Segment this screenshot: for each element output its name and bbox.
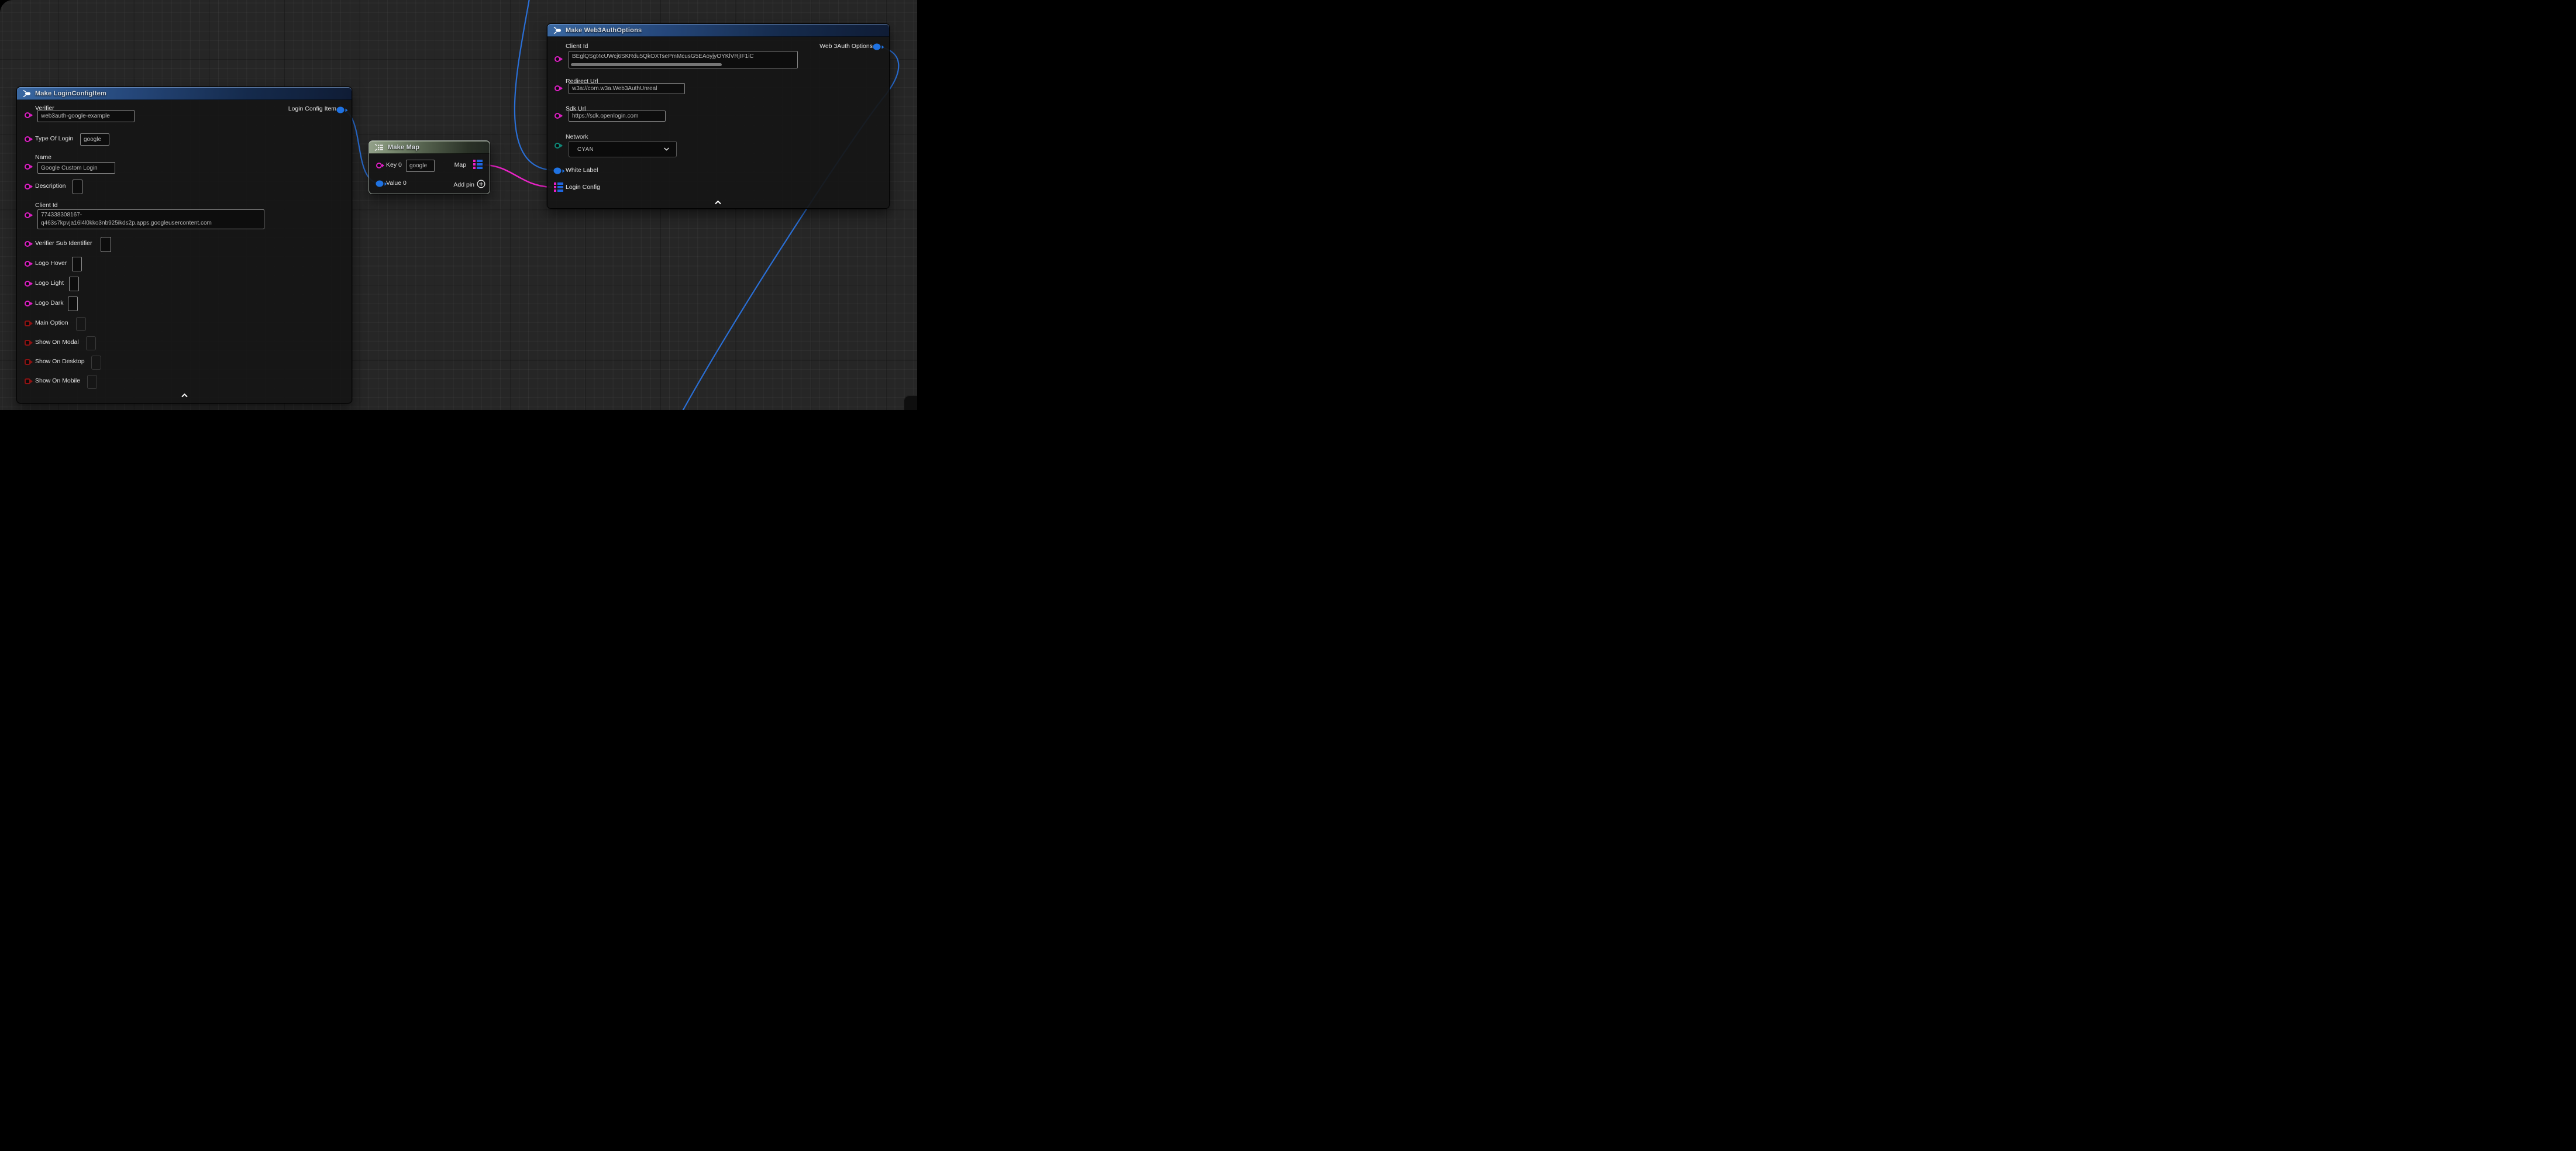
pin-label-key-0: Key 0: [386, 161, 402, 168]
client-id-input[interactable]: BEglQSgt4cUWcj6SKRdu5QkOXTsePmMcusG5EAoy…: [569, 51, 798, 68]
client-id-input[interactable]: 774338308167- q463s7kpvja16l4l0kko3nb925…: [37, 209, 264, 229]
node-title: Make Web3AuthOptions: [566, 27, 642, 34]
pin-type-of-login[interactable]: [25, 136, 30, 142]
node-header: Make LoginConfigItem: [17, 87, 352, 100]
add-pin-icon[interactable]: [477, 180, 485, 188]
login-config-map-pin-icon[interactable]: [554, 182, 563, 192]
verifier-sub-identifier-input[interactable]: [101, 237, 111, 252]
make-struct-icon: [553, 26, 562, 35]
logo-dark-input[interactable]: [68, 297, 78, 311]
pin-label-type-of-login: Type Of Login: [35, 135, 73, 142]
client-id-hscrollbar[interactable]: [571, 63, 722, 66]
make-struct-icon: [22, 89, 31, 98]
logo-hover-input[interactable]: [72, 257, 82, 271]
pin-redirect-url[interactable]: [555, 85, 560, 91]
collapse-node-icon[interactable]: [714, 200, 722, 205]
pin-label-login-config: Login Config: [566, 184, 600, 191]
verifier-input[interactable]: web3auth-google-example: [37, 110, 135, 122]
network-dropdown[interactable]: CYAN: [569, 141, 677, 157]
pin-label-logo-hover: Logo Hover: [35, 260, 67, 267]
pin-label-main-option: Main Option: [35, 319, 68, 326]
pin-label-show-on-modal: Show On Modal: [35, 339, 79, 346]
pin-logo-hover[interactable]: [25, 261, 30, 267]
node-header: Make Web3AuthOptions: [547, 24, 889, 37]
pin-key-0[interactable]: [376, 163, 382, 168]
output-label-map: Map: [454, 161, 466, 168]
node-title: Make LoginConfigItem: [35, 90, 106, 97]
pin-main-option[interactable]: [25, 321, 30, 326]
pin-label-value-0: Value 0: [386, 180, 407, 187]
redirect-url-input[interactable]: w3a://com.w3a.Web3AuthUnreal: [569, 83, 685, 94]
show-on-modal-checkbox[interactable]: [86, 336, 96, 350]
pin-client-id[interactable]: [25, 212, 30, 218]
pin-label-logo-light: Logo Light: [35, 280, 64, 287]
pin-logo-dark[interactable]: [25, 301, 30, 306]
logo-light-input[interactable]: [69, 277, 79, 291]
pin-label-network: Network: [566, 133, 588, 140]
pin-show-on-modal[interactable]: [25, 340, 30, 346]
blueprint-canvas[interactable]: Make LoginConfigItem Verifier web3auth-g…: [0, 0, 917, 410]
node-make-map[interactable]: Make Map Key 0 google Map Value 0 Add pi…: [369, 140, 490, 194]
pin-client-id[interactable]: [555, 56, 560, 62]
pin-name[interactable]: [25, 164, 30, 170]
pin-label-client-id: Client Id: [566, 43, 588, 50]
type-of-login-input[interactable]: google: [80, 133, 109, 146]
pin-verifier[interactable]: [25, 112, 30, 118]
pin-logo-light[interactable]: [25, 281, 30, 287]
pin-sdk-url[interactable]: [555, 113, 560, 119]
pin-value-0[interactable]: [376, 181, 384, 187]
pin-show-on-desktop[interactable]: [25, 359, 30, 365]
pin-show-on-mobile[interactable]: [25, 378, 30, 384]
description-input[interactable]: [73, 180, 82, 194]
show-on-desktop-checkbox[interactable]: [91, 356, 101, 370]
collapse-node-icon[interactable]: [181, 393, 188, 398]
sdk-url-input[interactable]: https://sdk.openlogin.com: [569, 111, 666, 122]
pin-network[interactable]: [555, 143, 560, 149]
name-input[interactable]: Google Custom Login: [37, 162, 115, 174]
pin-description[interactable]: [25, 184, 30, 189]
output-label-web3auth-options: Web 3Auth Options: [819, 43, 873, 50]
map-pin-icon[interactable]: [473, 160, 483, 169]
main-option-checkbox[interactable]: [76, 317, 86, 331]
make-map-icon: [374, 143, 384, 151]
pin-label-white-label: White Label: [566, 167, 598, 174]
chevron-down-icon: [663, 147, 670, 151]
pin-login-config-item-output[interactable]: [337, 107, 345, 113]
node-make-web3authoptions[interactable]: Make Web3AuthOptions Client Id BEglQSgt4…: [547, 23, 890, 209]
add-pin-label: Add pin: [453, 181, 474, 188]
node-make-loginconfigitem[interactable]: Make LoginConfigItem Verifier web3auth-g…: [16, 87, 352, 404]
node-title: Make Map: [388, 144, 419, 151]
pin-label-show-on-desktop: Show On Desktop: [35, 358, 85, 365]
pin-label-verifier-sub-identifier: Verifier Sub Identifier: [35, 240, 92, 247]
pin-verifier-sub-identifier[interactable]: [25, 241, 30, 247]
pin-label-name: Name: [35, 154, 51, 161]
key-0-input[interactable]: google: [406, 160, 435, 172]
pin-web3auth-options-output[interactable]: [873, 44, 881, 50]
node-header: Make Map: [369, 141, 490, 154]
pin-label-logo-dark: Logo Dark: [35, 299, 63, 306]
output-label-login-config-item: Login Config Item: [288, 105, 336, 112]
pin-label-show-on-mobile: Show On Mobile: [35, 377, 80, 384]
pin-white-label[interactable]: [554, 168, 562, 174]
pin-label-description: Description: [35, 182, 66, 189]
show-on-mobile-checkbox[interactable]: [87, 375, 97, 389]
partial-node-corner[interactable]: [904, 395, 917, 410]
pin-label-client-id: Client Id: [35, 202, 58, 209]
